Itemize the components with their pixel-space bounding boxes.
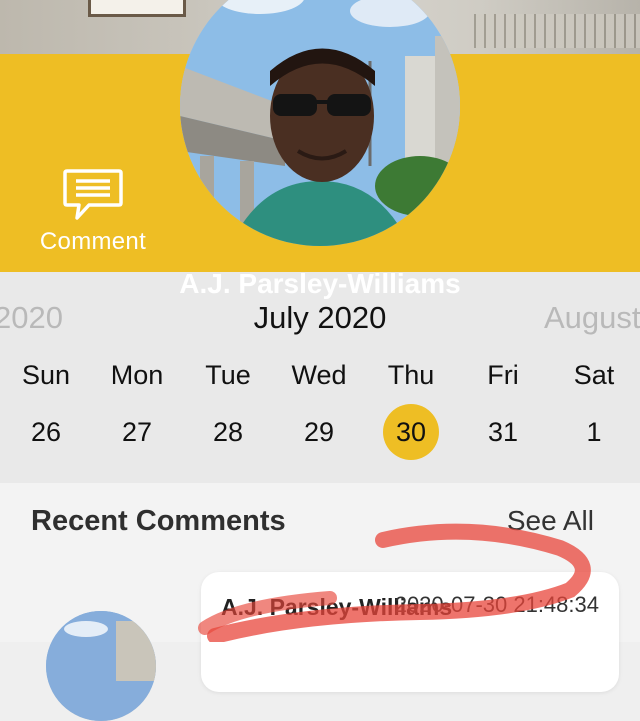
avatar-photo (180, 0, 460, 246)
day-cell[interactable]: 28 (200, 410, 256, 454)
profile-name: A.J. Parsley-Williams (179, 268, 461, 299)
comment-card[interactable]: A.J. Parsley-Williams 2020-07-30 21:48:3… (201, 572, 619, 692)
weekday-sun: Sun (21, 360, 71, 390)
background-fence (474, 14, 640, 48)
section-title: Recent Comments (31, 505, 286, 537)
profile-header: Comment A.J. Parsley-Williams (0, 0, 640, 299)
weekday-sat: Sat (573, 360, 615, 390)
calendar-widget: 2020 July 2020 August Sun Mon Tue Wed Th… (0, 272, 640, 483)
recent-comments-section: Recent Comments See All A.J. Parsley-Wil… (0, 483, 640, 721)
chat-bubble-icon (63, 169, 123, 220)
day-cell[interactable]: 26 (18, 410, 74, 454)
comment-label: Comment (39, 228, 147, 255)
day-cell[interactable]: 29 (291, 410, 347, 454)
weekday-thu: Thu (387, 360, 435, 390)
comment-timestamp: 2020-07-30 21:48:34 (394, 592, 599, 617)
next-month-label[interactable]: August (544, 300, 640, 336)
background-sign (88, 0, 186, 17)
day-cell-selected[interactable]: 30 (383, 404, 439, 460)
day-cell[interactable]: 31 (475, 410, 531, 454)
weekday-mon: Mon (110, 360, 164, 390)
comment-avatar[interactable] (46, 611, 156, 721)
day-cell[interactable]: 1 (566, 410, 622, 454)
see-all-link[interactable]: See All (507, 505, 594, 537)
day-cell[interactable]: 27 (109, 410, 165, 454)
weekday-wed: Wed (291, 360, 347, 390)
avatar-photo (46, 611, 156, 721)
weekday-fri: Fri (487, 360, 519, 390)
comment-button[interactable]: Comment (28, 168, 158, 260)
profile-avatar[interactable] (180, 0, 460, 246)
weekday-tue: Tue (205, 360, 251, 390)
